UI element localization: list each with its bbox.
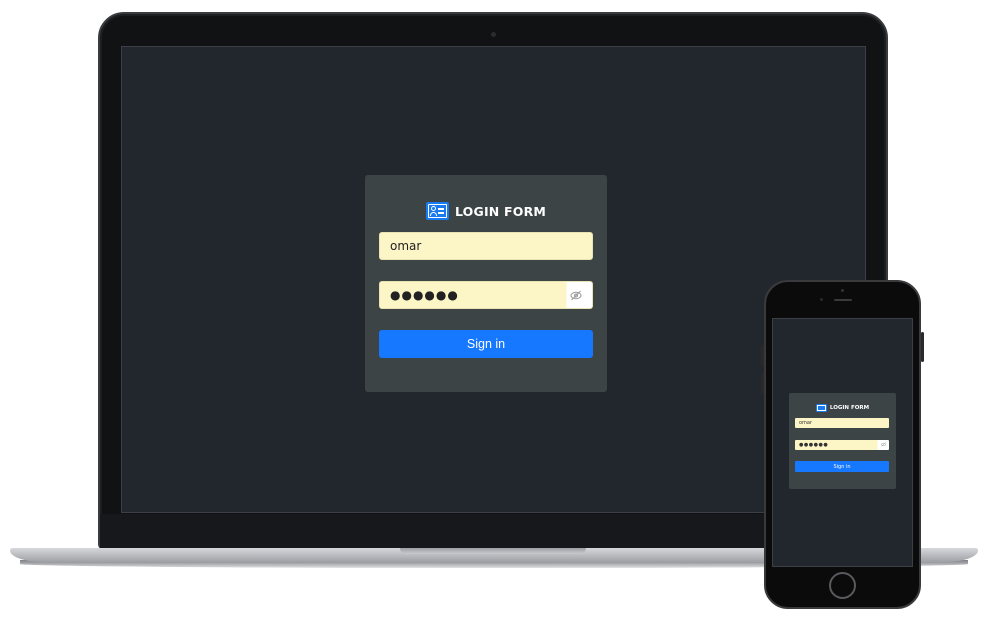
mobile-eye-slash-icon[interactable] <box>881 442 886 447</box>
laptop-camera <box>491 32 496 37</box>
login-form-card: LOGIN FORM omar ●●●●●● Sign in <box>365 175 607 392</box>
phone-sensor <box>820 298 823 301</box>
username-input[interactable]: omar <box>379 232 593 260</box>
mobile-password-input[interactable]: ●●●●●● <box>795 440 889 450</box>
phone-power-button <box>921 332 924 362</box>
password-masked-value: ●●●●●● <box>390 288 459 302</box>
mobile-id-card-icon <box>815 404 827 412</box>
login-form-header: LOGIN FORM <box>365 200 607 222</box>
phone-home-button <box>829 572 856 599</box>
mobile-login-form-title: LOGIN FORM <box>829 405 870 411</box>
mobile-username-input[interactable]: omar <box>795 418 889 428</box>
mobile-login-form-header: LOGIN FORM <box>789 404 896 412</box>
eye-slash-icon[interactable] <box>570 290 582 301</box>
id-card-icon <box>425 202 449 220</box>
login-form-title: LOGIN FORM <box>454 203 547 219</box>
password-input[interactable]: ●●●●●● <box>379 281 593 309</box>
laptop-opening-notch <box>400 548 586 554</box>
sign-in-button[interactable]: Sign in <box>379 330 593 358</box>
mobile-login-form-card: LOGIN FORM omar ●●●●●● Sign in <box>789 393 896 489</box>
mobile-sign-in-button[interactable]: Sign in <box>795 461 889 472</box>
phone-speaker <box>834 299 852 301</box>
phone-camera <box>841 289 844 292</box>
mobile-password-masked-value: ●●●●●● <box>799 442 829 448</box>
